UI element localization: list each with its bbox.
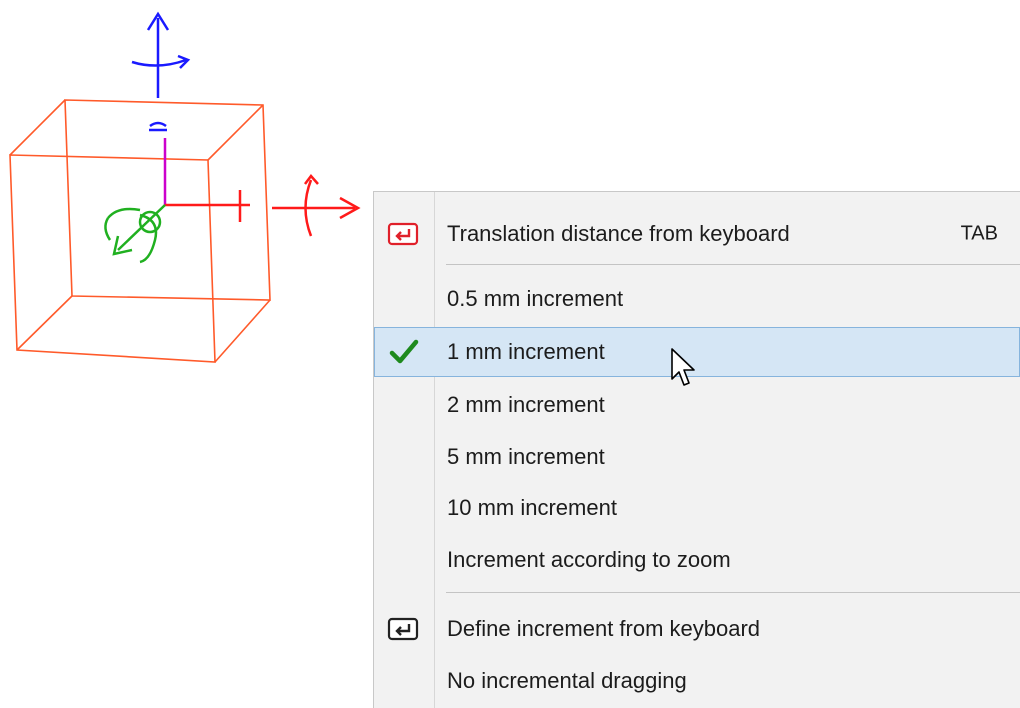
menu-item-no-incremental[interactable]: No incremental dragging — [374, 656, 1020, 706]
menu-item-0-5mm[interactable]: 0.5 mm increment — [374, 274, 1020, 324]
menu-item-label: Translation distance from keyboard — [447, 221, 790, 246]
menu-item-label: Define increment from keyboard — [447, 616, 761, 641]
checkmark-icon — [387, 337, 421, 367]
menu-item-label: 0.5 mm increment — [447, 286, 624, 311]
menu-item-label: 2 mm increment — [447, 392, 605, 417]
y-axis-arrow[interactable] — [131, 11, 191, 132]
menu-separator — [446, 264, 1020, 265]
menu-item-label: No incremental dragging — [447, 668, 687, 693]
keyboard-enter-red-icon — [386, 219, 420, 249]
menu-item-5mm[interactable]: 5 mm increment — [374, 432, 1020, 482]
context-menu: Translation distance from keyboard TAB 0… — [373, 191, 1020, 708]
menu-separator — [446, 592, 1020, 593]
menu-item-label: 1 mm increment — [447, 339, 605, 364]
manipulator-gizmo[interactable] — [0, 0, 370, 420]
keyboard-enter-icon — [386, 614, 420, 644]
shortcut-label: TAB — [960, 222, 998, 245]
menu-item-translation-distance[interactable]: Translation distance from keyboard TAB — [374, 209, 1020, 259]
mouse-cursor-icon — [670, 347, 700, 391]
x-axis-arrow[interactable] — [165, 174, 361, 237]
rotation-gizmo[interactable] — [104, 204, 166, 264]
menu-item-label: 5 mm increment — [447, 444, 605, 469]
3d-viewport[interactable] — [0, 0, 370, 420]
menu-item-label: Increment according to zoom — [447, 547, 731, 572]
menu-item-label: 10 mm increment — [447, 495, 617, 520]
menu-item-define-increment[interactable]: Define increment from keyboard — [374, 604, 1020, 654]
menu-item-10mm[interactable]: 10 mm increment — [374, 483, 1020, 533]
menu-item-zoom-increment[interactable]: Increment according to zoom — [374, 535, 1020, 585]
wireframe-box[interactable] — [9, 99, 271, 363]
